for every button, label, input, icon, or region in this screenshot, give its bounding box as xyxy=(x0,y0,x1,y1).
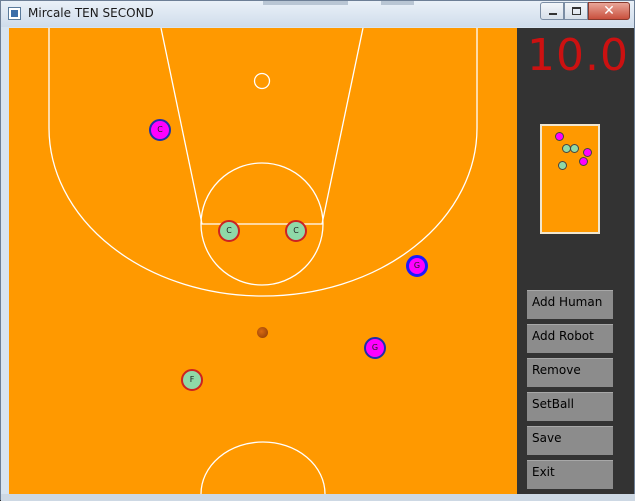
save-button[interactable]: Save xyxy=(527,426,613,455)
background-window-fragment xyxy=(381,1,414,5)
basketball-court[interactable]: C C C G G F xyxy=(9,28,517,494)
add-robot-button[interactable]: Add Robot xyxy=(527,324,613,353)
minimap-human-dot xyxy=(555,132,564,141)
shot-clock-timer: 10.0 xyxy=(527,30,629,81)
set-ball-button[interactable]: SetBall xyxy=(527,392,613,421)
close-button[interactable]: ✕ xyxy=(588,2,630,20)
robot-player-forward[interactable]: F xyxy=(181,369,203,391)
add-human-button[interactable]: Add Human xyxy=(527,290,613,319)
robot-player-center[interactable]: C xyxy=(285,220,307,242)
minimap-human-dot xyxy=(583,148,592,157)
remove-button[interactable]: Remove xyxy=(527,358,613,387)
app-icon xyxy=(8,7,21,20)
maximize-button[interactable] xyxy=(564,2,588,20)
maximize-icon xyxy=(572,7,581,15)
minimap-human-dot xyxy=(579,157,588,166)
robot-player-center[interactable]: C xyxy=(218,220,240,242)
basket-rim xyxy=(253,72,271,90)
court-minimap xyxy=(540,124,600,234)
basketball[interactable] xyxy=(257,327,268,338)
window-title: Mircale TEN SECOND xyxy=(28,6,154,20)
free-throw-lane xyxy=(160,28,364,225)
background-window-fragment xyxy=(263,1,348,5)
human-player-center[interactable]: C xyxy=(149,119,171,141)
close-icon: ✕ xyxy=(603,3,615,19)
human-player-guard[interactable]: G xyxy=(364,337,386,359)
minimize-button[interactable] xyxy=(540,2,564,20)
center-circle xyxy=(200,441,326,494)
minimap-robot-dot xyxy=(570,144,579,153)
title-bar[interactable]: Mircale TEN SECOND ✕ xyxy=(1,1,634,27)
app-window: Mircale TEN SECOND ✕ C C C G G F 10.0 Ad… xyxy=(0,0,635,501)
minimap-robot-dot xyxy=(558,161,567,170)
control-sidebar xyxy=(517,28,634,494)
exit-button[interactable]: Exit xyxy=(527,460,613,489)
human-player-guard-selected[interactable]: G xyxy=(406,255,428,277)
court-lines xyxy=(48,28,478,494)
minimize-icon xyxy=(549,13,557,15)
